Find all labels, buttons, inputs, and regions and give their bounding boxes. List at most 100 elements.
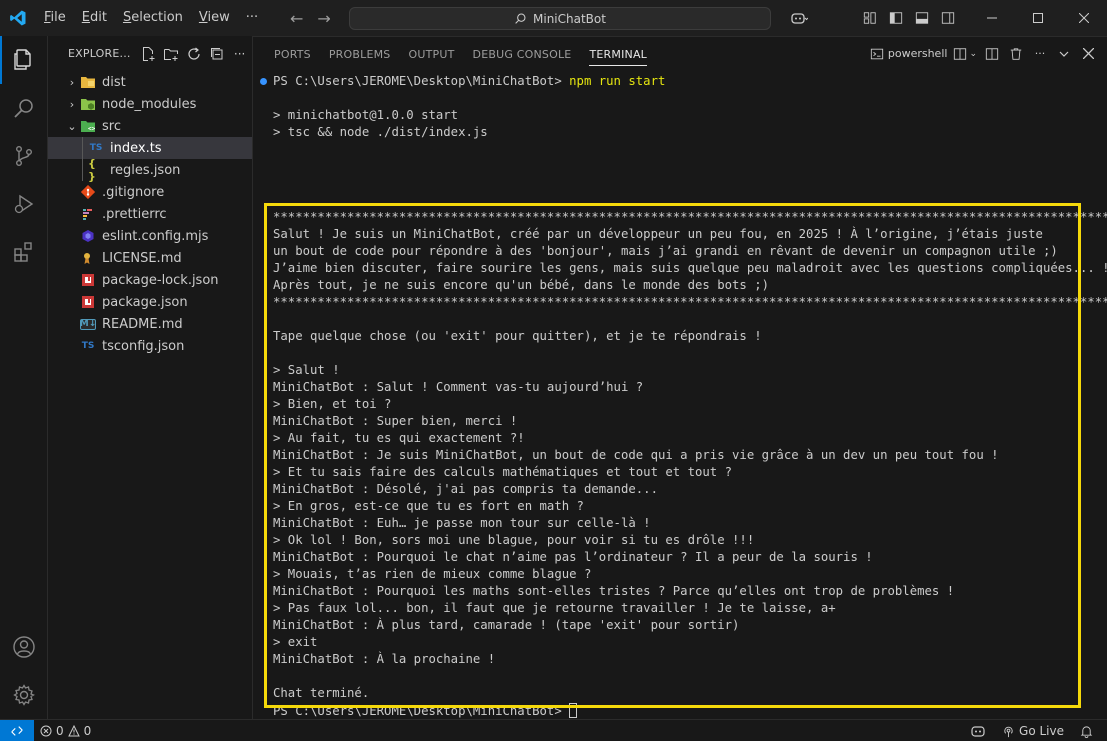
new-folder-icon[interactable] <box>162 45 180 63</box>
tab-output[interactable]: OUTPUT <box>399 37 463 72</box>
explorer-actions: ··· <box>139 45 249 63</box>
shell-label: powershell <box>887 47 948 60</box>
status-bar-right: Go Live <box>964 720 1099 741</box>
more-actions-icon[interactable]: ··· <box>231 45 249 63</box>
tree-item-label: package.json <box>102 294 188 310</box>
new-file-icon[interactable] <box>139 45 157 63</box>
split-terminal-icon[interactable] <box>983 43 1001 65</box>
command-text: npm run start <box>569 74 666 88</box>
command-center-label: MiniChatBot <box>533 11 606 26</box>
file-tree: › dist › node_modules ⌄ <> src TS index.… <box>48 71 252 357</box>
terminal-output[interactable]: PS C:\Users\JEROME\Desktop\MiniChatBot> … <box>253 71 1107 719</box>
svg-text:<>: <> <box>88 126 96 133</box>
terminal-prompt-line: PS C:\Users\JEROME\Desktop\MiniChatBot> … <box>273 73 665 90</box>
explorer-header: EXPLORE... ··· <box>48 36 252 71</box>
refresh-icon[interactable] <box>185 45 203 63</box>
tree-item-index-ts[interactable]: TS index.ts <box>48 137 252 159</box>
typescript-file-icon: TS <box>89 143 103 153</box>
toggle-panel-icon[interactable] <box>909 0 935 36</box>
bottom-panel: PORTS PROBLEMS OUTPUT DEBUG CONSOLE TERM… <box>253 36 1107 719</box>
tree-item-node-modules[interactable]: › node_modules <box>48 93 252 115</box>
go-live-label: Go Live <box>1019 724 1064 738</box>
run-debug-activity-icon[interactable] <box>0 180 48 228</box>
menu-selection[interactable]: Selection <box>115 0 191 36</box>
tree-item-label: README.md <box>102 316 183 332</box>
activity-bar <box>0 36 48 719</box>
tree-item-tsconfig[interactable]: TS tsconfig.json <box>48 335 252 357</box>
toggle-secondary-sidebar-icon[interactable] <box>935 0 961 36</box>
tree-item-prettierrc[interactable]: .prettierrc <box>48 203 252 225</box>
navigation-arrows: ← → <box>290 0 331 36</box>
menu-edit[interactable]: Edit <box>74 0 115 36</box>
source-control-activity-icon[interactable] <box>0 132 48 180</box>
close-panel-icon[interactable] <box>1079 43 1097 65</box>
manage-gear-icon[interactable] <box>0 671 48 719</box>
accounts-icon[interactable] <box>0 623 48 671</box>
collapse-all-icon[interactable] <box>208 45 226 63</box>
tree-item-dist[interactable]: › dist <box>48 71 252 93</box>
problems-status[interactable]: 0 0 <box>34 720 97 741</box>
error-count: 0 <box>56 723 64 738</box>
markdown-file-icon: M↓ <box>79 318 97 330</box>
tree-item-label: node_modules <box>102 96 197 112</box>
new-terminal-split-icon[interactable]: ⌄ <box>953 43 977 65</box>
menu-more[interactable]: ··· <box>238 0 266 36</box>
tab-problems[interactable]: PROBLEMS <box>320 37 400 72</box>
more-actions-icon[interactable]: ··· <box>1031 43 1049 65</box>
minimize-button[interactable] <box>969 0 1015 36</box>
close-window-button[interactable] <box>1061 0 1107 36</box>
tree-item-label: src <box>102 118 121 134</box>
explorer-title: EXPLORE... <box>68 47 131 60</box>
menu-file[interactable]: File <box>36 0 74 36</box>
tree-item-package-lock[interactable]: package-lock.json <box>48 269 252 291</box>
tsconfig-file-icon: TS <box>81 341 95 351</box>
tree-item-package-json[interactable]: package.json <box>48 291 252 313</box>
tree-item-label: .prettierrc <box>102 206 167 222</box>
tree-item-label: .gitignore <box>102 184 165 200</box>
tree-item-label: eslint.config.mjs <box>102 228 209 244</box>
remote-indicator-icon[interactable] <box>0 719 34 741</box>
tree-item-label: package-lock.json <box>102 272 219 288</box>
tab-terminal[interactable]: TERMINAL <box>580 37 656 72</box>
tree-item-src[interactable]: ⌄ <> src <box>48 115 252 137</box>
title-bar-controls <box>781 0 1107 36</box>
toggle-primary-sidebar-icon[interactable] <box>883 0 909 36</box>
command-center[interactable]: MiniChatBot <box>349 7 771 30</box>
tab-ports[interactable]: PORTS <box>265 37 320 72</box>
tab-debug-console[interactable]: DEBUG CONSOLE <box>464 37 581 72</box>
folder-dist-icon <box>80 74 96 90</box>
menu-view[interactable]: View <box>191 0 238 36</box>
chevron-right-icon: › <box>69 75 75 89</box>
tree-item-label: regles.json <box>110 162 181 178</box>
tree-item-gitignore[interactable]: .gitignore <box>48 181 252 203</box>
customize-layout-icon[interactable] <box>857 0 883 36</box>
go-live-button[interactable]: Go Live <box>996 720 1070 741</box>
forward-arrow-icon[interactable]: → <box>317 9 330 28</box>
explorer-sidebar: EXPLORE... ··· › dist › node_modules ⌄ <… <box>48 36 253 719</box>
terminal-line: > tsc && node ./dist/index.js <box>273 125 488 139</box>
extensions-activity-icon[interactable] <box>0 228 48 276</box>
trash-icon[interactable] <box>1007 43 1025 65</box>
folder-node-icon <box>80 96 96 112</box>
tree-item-eslint-config[interactable]: eslint.config.mjs <box>48 225 252 247</box>
notifications-bell-icon[interactable] <box>1074 720 1099 741</box>
tree-item-license[interactable]: LICENSE.md <box>48 247 252 269</box>
panel-actions: powershell ⌄ ··· <box>870 36 1097 71</box>
copilot-status-icon[interactable] <box>964 720 992 741</box>
explorer-activity-icon[interactable] <box>0 36 48 84</box>
maximize-button[interactable] <box>1015 0 1061 36</box>
back-arrow-icon[interactable]: ← <box>290 9 303 28</box>
warning-count: 0 <box>83 723 92 738</box>
eslint-file-icon <box>80 228 96 244</box>
indent-guide <box>82 137 83 159</box>
copilot-icon[interactable] <box>781 0 817 36</box>
search-activity-icon[interactable] <box>0 84 48 132</box>
tree-item-readme[interactable]: M↓ README.md <box>48 313 252 335</box>
npm-file-icon <box>80 294 96 310</box>
status-bar: 0 0 Go Live <box>0 719 1107 741</box>
tree-item-regles-json[interactable]: { } regles.json <box>48 157 252 183</box>
prompt-text: PS C:\Users\JEROME\Desktop\MiniChatBot> <box>273 74 562 88</box>
terminal-shell-selector[interactable]: powershell <box>870 43 948 65</box>
prettier-file-icon <box>80 206 96 222</box>
chevron-down-icon[interactable] <box>1055 43 1073 65</box>
